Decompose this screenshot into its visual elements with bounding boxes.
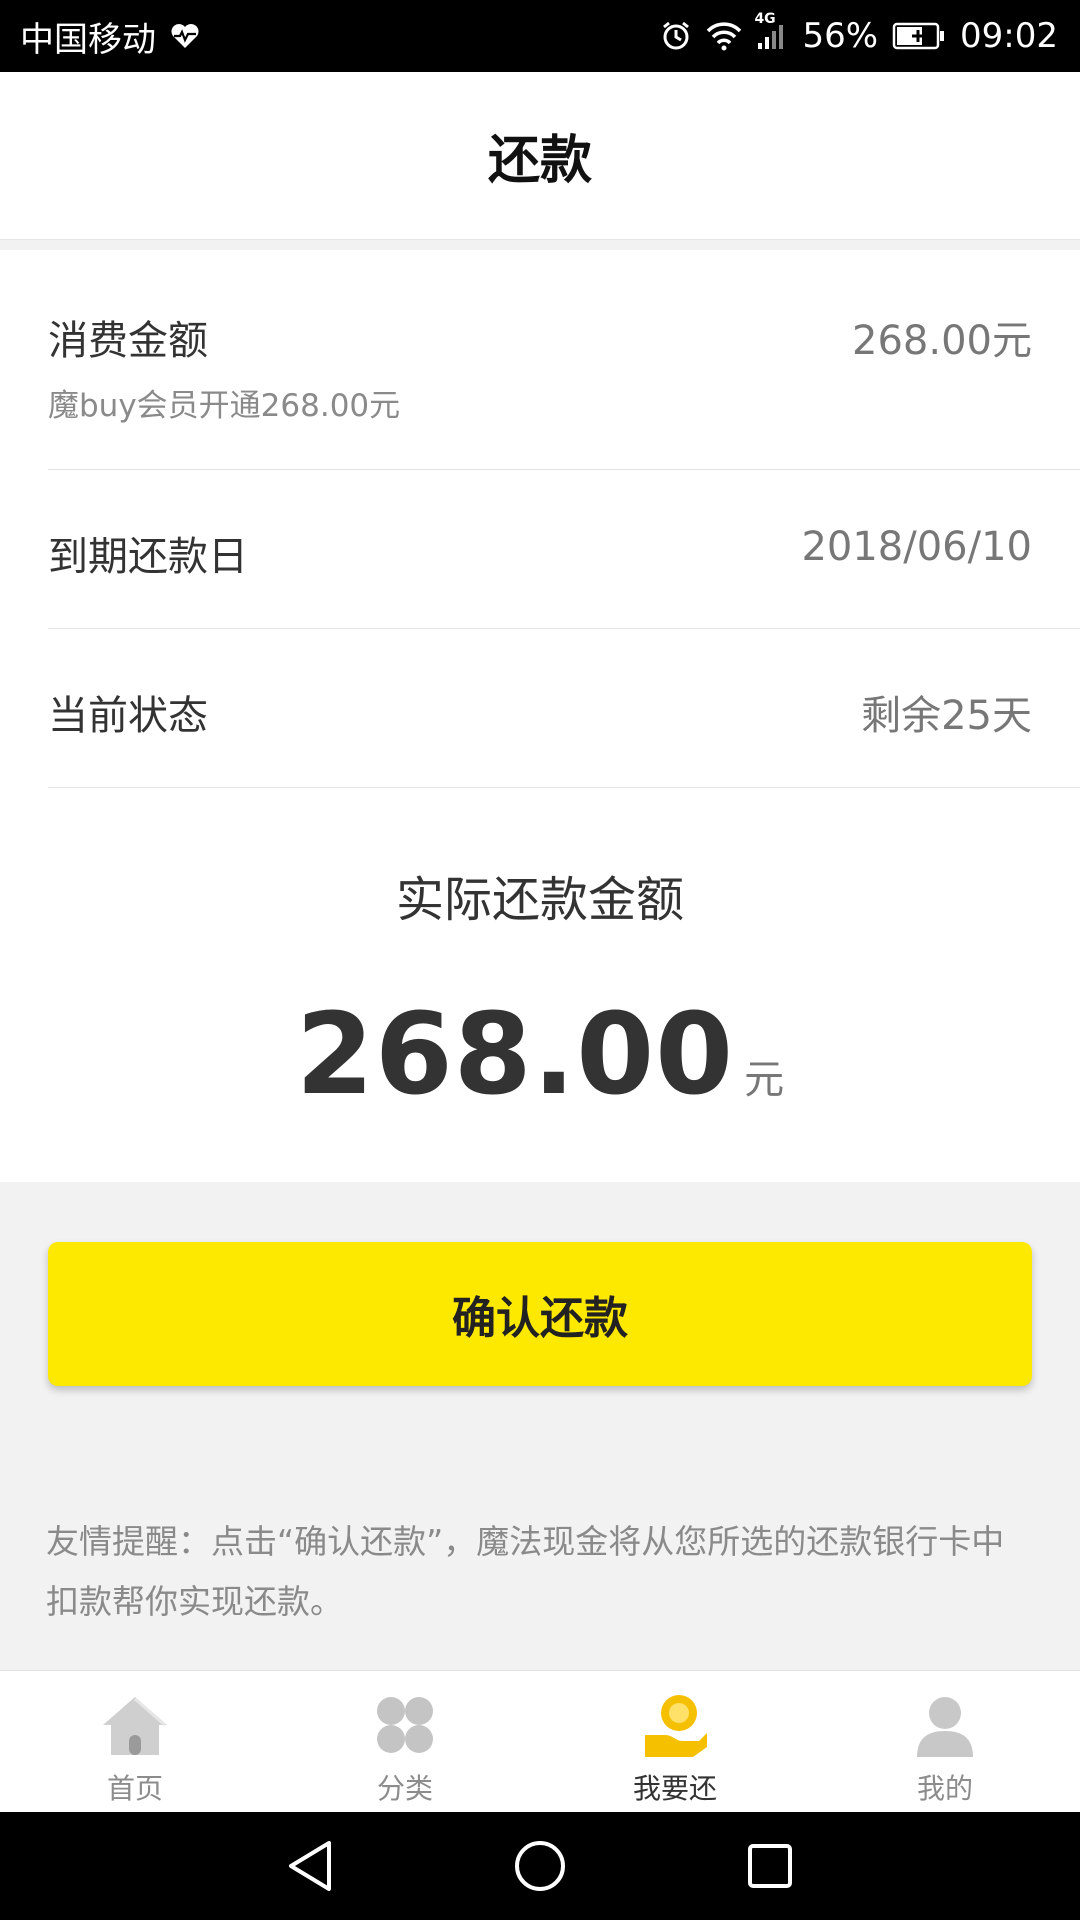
nav-item-repay[interactable]: 我要还 (540, 1671, 810, 1812)
nav-label-repay: 我要还 (632, 1772, 717, 1805)
status-left: 中国移动 (20, 12, 200, 61)
page-title: 还款 (487, 131, 592, 191)
nav-label-category: 分类 (376, 1772, 433, 1805)
repay-icon (639, 1689, 711, 1761)
clock-time: 09:02 (960, 16, 1058, 56)
heart-rate-icon (170, 22, 200, 50)
due-date-value: 2018/06/10 (801, 524, 1032, 570)
nav-label-home: 首页 (106, 1772, 163, 1805)
consume-amount-row: 消费金额 268.00元 魔buy会员开通268.00元 (48, 250, 1080, 470)
actual-amount-unit: 元 (744, 1057, 785, 1103)
repayment-details-card: 消费金额 268.00元 魔buy会员开通268.00元 到期还款日 2018/… (0, 250, 1080, 1182)
repayment-tip: 友情提醒：点击“确认还款”，魔法现金将从您所选的还款银行卡中扣款帮你实现还款。 (46, 1522, 1005, 1621)
due-date-row: 到期还款日 2018/06/10 (48, 470, 1080, 629)
consume-amount-label: 消费金额 (48, 318, 208, 364)
nav-label-profile: 我的 (916, 1772, 973, 1805)
signal-icon: 4G (754, 11, 788, 51)
actual-repayment-title: 实际还款金额 (395, 872, 684, 928)
system-nav-bar (0, 1812, 1080, 1920)
confirm-repayment-button[interactable]: 确认还款 (48, 1242, 1032, 1386)
back-icon[interactable] (280, 1836, 340, 1896)
home-circle-icon[interactable] (510, 1836, 570, 1896)
current-status-label: 当前状态 (48, 693, 208, 739)
current-status-row: 当前状态 剩余25天 (48, 629, 1080, 788)
status-right: 4G 56% 09:02 (660, 11, 1058, 56)
category-icon (369, 1689, 441, 1761)
nav-item-category[interactable]: 分类 (270, 1671, 540, 1812)
battery-percent: 56% (802, 16, 879, 56)
actual-amount-number: 268.00 (295, 990, 735, 1120)
current-status-value: 剩余25天 (861, 693, 1032, 739)
recent-apps-icon[interactable] (740, 1836, 800, 1896)
bottom-nav: 首页 分类 我要还 我的 (0, 1670, 1080, 1812)
network-type: 4G (754, 11, 776, 27)
nav-item-profile[interactable]: 我的 (810, 1671, 1080, 1812)
page-header: 还款 (0, 72, 1080, 240)
carrier-name: 中国移动 (20, 19, 156, 60)
status-bar: 中国移动 4G 56% 09:02 (0, 0, 1080, 72)
due-date-label: 到期还款日 (48, 534, 248, 580)
profile-icon (909, 1689, 981, 1761)
battery-charging-icon (892, 21, 946, 51)
alarm-icon (660, 20, 692, 52)
actual-repayment-amount: 268.00 元 (0, 990, 1080, 1120)
home-icon (99, 1689, 171, 1761)
nav-item-home[interactable]: 首页 (0, 1671, 270, 1812)
wifi-icon (706, 21, 742, 51)
consume-description: 魔buy会员开通268.00元 (48, 388, 401, 424)
consume-amount-value: 268.00元 (852, 318, 1032, 364)
